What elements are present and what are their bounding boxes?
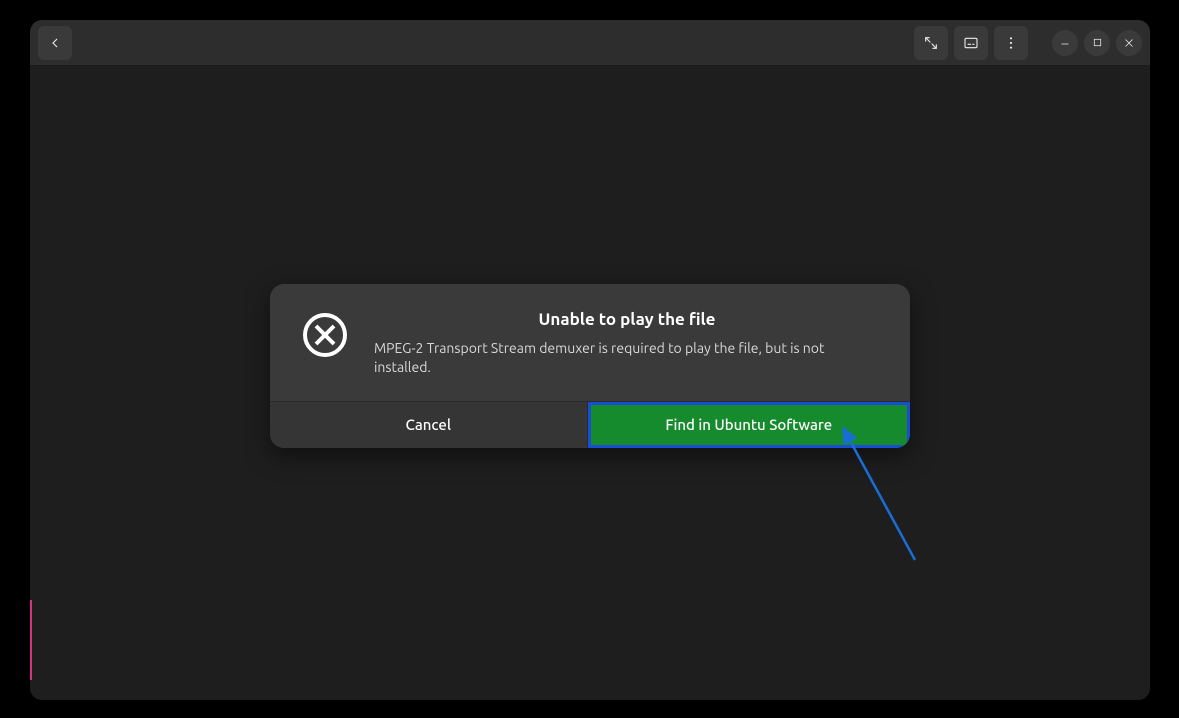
app-window: Unable to play the file MPEG-2 Transport…: [30, 20, 1150, 700]
dialog-message: MPEG-2 Transport Stream demuxer is requi…: [374, 339, 880, 377]
subtitles-button[interactable]: [954, 26, 988, 60]
dialog-actions: Cancel Find in Ubuntu Software: [270, 401, 910, 448]
close-icon: [1123, 37, 1135, 49]
titlebar: [30, 20, 1150, 66]
fullscreen-icon: [923, 35, 939, 51]
fullscreen-button[interactable]: [914, 26, 948, 60]
minimize-icon: [1059, 37, 1071, 49]
find-in-ubuntu-software-button[interactable]: Find in Ubuntu Software: [588, 402, 911, 448]
subtitles-icon: [963, 35, 979, 51]
video-content-area: Unable to play the file MPEG-2 Transport…: [30, 66, 1150, 700]
maximize-icon: [1092, 37, 1103, 48]
error-dialog: Unable to play the file MPEG-2 Transport…: [270, 284, 910, 448]
back-button[interactable]: [38, 26, 72, 60]
dialog-title: Unable to play the file: [374, 310, 880, 329]
kebab-menu-icon: [1003, 35, 1019, 51]
dialog-body: Unable to play the file MPEG-2 Transport…: [270, 284, 910, 401]
menu-button[interactable]: [994, 26, 1028, 60]
maximize-button[interactable]: [1084, 30, 1110, 56]
cancel-button[interactable]: Cancel: [270, 402, 588, 448]
chevron-left-icon: [47, 35, 63, 51]
close-button[interactable]: [1116, 30, 1142, 56]
error-icon: [300, 310, 350, 360]
minimize-button[interactable]: [1052, 30, 1078, 56]
pink-edge-line: [30, 600, 32, 680]
